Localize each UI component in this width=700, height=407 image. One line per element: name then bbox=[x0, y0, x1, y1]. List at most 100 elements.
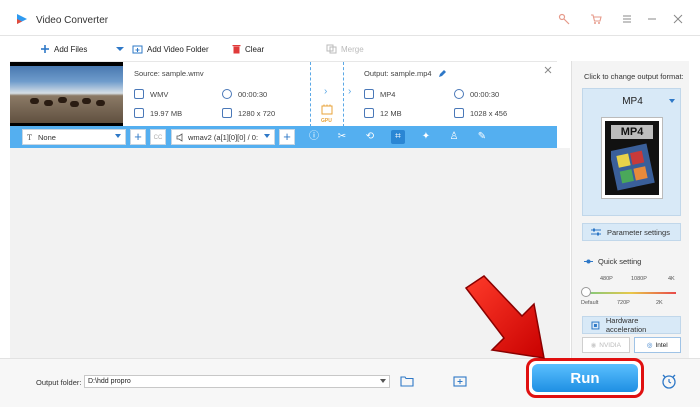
add-files-label: Add Files bbox=[54, 44, 88, 54]
main-toolbar: Add Files Add Video Folder Clear Merge bbox=[10, 37, 570, 61]
audio-track-select[interactable]: wmav2 (a[1][0][0] / 0: bbox=[171, 129, 275, 145]
tick-default: Default bbox=[581, 300, 599, 306]
output-format-panel: Click to change output format: MP4 MP4 P… bbox=[571, 61, 689, 358]
sliders-icon bbox=[591, 228, 601, 235]
source-resolution: 1280 x 720 bbox=[222, 108, 275, 118]
output-size: 12 MB bbox=[364, 108, 402, 118]
speaker-icon bbox=[176, 133, 183, 142]
scissors-icon[interactable]: ✂ bbox=[335, 130, 349, 144]
clock-icon bbox=[222, 89, 232, 99]
chevron-down-icon bbox=[115, 134, 121, 138]
output-resolution: 1028 x 456 bbox=[454, 108, 507, 118]
edit-toolbar: T None + CC wmav2 (a[1][0][0] / 0: + ⓘ ✂… bbox=[10, 126, 557, 148]
add-video-folder-label: Add Video Folder bbox=[147, 44, 209, 54]
open-folder-icon[interactable] bbox=[400, 375, 414, 387]
output-folder-field[interactable]: D:\hdd propro bbox=[84, 375, 390, 388]
plus-icon bbox=[41, 45, 49, 53]
folder-add-icon bbox=[132, 45, 143, 54]
add-subtitle-button[interactable]: + bbox=[130, 129, 146, 145]
add-files-dropdown[interactable] bbox=[116, 42, 124, 56]
gpu-icon bbox=[321, 104, 333, 115]
tick-720p: 720P bbox=[617, 300, 630, 306]
minimize-icon[interactable] bbox=[645, 12, 659, 26]
file-icon bbox=[364, 108, 374, 118]
gpu-divider: › GPU bbox=[310, 62, 344, 127]
change-format-label: Click to change output format: bbox=[584, 72, 684, 81]
merge-label: Merge bbox=[341, 44, 364, 54]
hardware-acceleration-button[interactable]: Hardware acceleration bbox=[582, 316, 681, 334]
gpu-badge: GPU bbox=[321, 118, 332, 124]
window-title: Video Converter bbox=[36, 15, 109, 26]
chevron-down-icon bbox=[264, 134, 270, 138]
title-bar: Video Converter bbox=[0, 0, 700, 36]
source-label: Source: sample.wmv bbox=[134, 69, 204, 78]
browse-folder-icon[interactable] bbox=[453, 375, 467, 387]
run-button[interactable]: Run bbox=[532, 364, 638, 392]
trash-icon bbox=[232, 45, 241, 54]
output-format: MP4 bbox=[364, 89, 395, 99]
source-format: WMV bbox=[134, 89, 168, 99]
tick-1080p: 1080P bbox=[631, 276, 647, 282]
file-item[interactable]: Source: sample.wmv WMV 00:00:30 19.97 MB… bbox=[10, 61, 557, 127]
chevron-down-icon bbox=[380, 379, 386, 383]
chevron-down-icon bbox=[116, 47, 124, 51]
quick-setting-icon bbox=[584, 259, 593, 264]
crop-icon[interactable]: ⌗ bbox=[391, 130, 405, 144]
alarm-clock-icon[interactable] bbox=[660, 372, 678, 390]
mp4-format-icon: MP4 bbox=[601, 117, 663, 199]
tick-2k: 2K bbox=[656, 300, 663, 306]
info-icon[interactable]: ⓘ bbox=[307, 130, 321, 144]
merge-button[interactable]: Merge bbox=[326, 42, 364, 56]
format-icon bbox=[364, 89, 374, 99]
output-format-selector[interactable]: MP4 MP4 bbox=[582, 88, 681, 216]
clock-icon bbox=[454, 89, 464, 99]
merge-icon bbox=[326, 44, 337, 54]
clear-button[interactable]: Clear bbox=[232, 42, 264, 56]
watermark-icon[interactable]: ♙ bbox=[447, 130, 461, 144]
red-arrow-annotation bbox=[464, 275, 545, 359]
add-audio-button[interactable]: + bbox=[279, 129, 295, 145]
menu-icon[interactable] bbox=[620, 12, 634, 26]
subtitle-select[interactable]: T None bbox=[22, 129, 126, 145]
video-thumbnail[interactable] bbox=[10, 62, 123, 127]
rotate-icon[interactable]: ⟲ bbox=[363, 130, 377, 144]
output-label-row: Output: sample.mp4 bbox=[364, 69, 447, 78]
edit-subtitle-icon[interactable]: ✎ bbox=[475, 130, 489, 144]
file-icon bbox=[134, 108, 144, 118]
resolution-icon bbox=[454, 108, 464, 118]
parameter-settings-button[interactable]: Parameter settings bbox=[582, 223, 681, 241]
cart-icon[interactable] bbox=[589, 12, 603, 26]
chevron-right-icon: › bbox=[348, 86, 352, 97]
chevron-down-icon bbox=[669, 99, 675, 103]
format-tag: MP4 bbox=[611, 125, 653, 139]
output-duration: 00:00:30 bbox=[454, 89, 499, 99]
nvidia-option[interactable]: ◉ NVIDIA bbox=[582, 337, 630, 353]
output-label: Output: sample.mp4 bbox=[364, 69, 432, 78]
close-icon[interactable] bbox=[671, 12, 685, 26]
cc-button[interactable]: CC bbox=[150, 129, 166, 145]
chevron-right-icon: › bbox=[324, 86, 328, 97]
source-size: 19.97 MB bbox=[134, 108, 182, 118]
resolution-icon bbox=[222, 108, 232, 118]
format-icon bbox=[134, 89, 144, 99]
quality-slider-thumb[interactable] bbox=[581, 287, 591, 297]
tick-4k: 4K bbox=[668, 276, 675, 282]
remove-file-icon[interactable] bbox=[544, 66, 552, 74]
key-icon[interactable] bbox=[557, 12, 571, 26]
output-folder-label: Output folder: bbox=[36, 378, 82, 387]
tick-480p: 480P bbox=[600, 276, 613, 282]
add-video-folder-button[interactable]: Add Video Folder bbox=[132, 42, 209, 56]
quick-setting-label: Quick setting bbox=[584, 257, 641, 266]
format-name: MP4 bbox=[622, 96, 643, 107]
intel-icon: ◎ bbox=[646, 342, 653, 349]
intel-option[interactable]: ◎ Intel bbox=[633, 337, 681, 353]
quality-slider-track[interactable] bbox=[586, 292, 676, 294]
app-logo-icon bbox=[17, 14, 27, 24]
source-duration: 00:00:30 bbox=[222, 89, 267, 99]
nvidia-icon: ◉ bbox=[590, 342, 597, 349]
add-files-button[interactable]: Add Files bbox=[40, 42, 87, 56]
effects-wand-icon[interactable]: ✦ bbox=[419, 130, 433, 144]
chip-icon bbox=[591, 321, 600, 329]
hardware-options: ◉ NVIDIA ◎ Intel bbox=[582, 337, 681, 353]
edit-pencil-icon[interactable] bbox=[438, 69, 447, 78]
